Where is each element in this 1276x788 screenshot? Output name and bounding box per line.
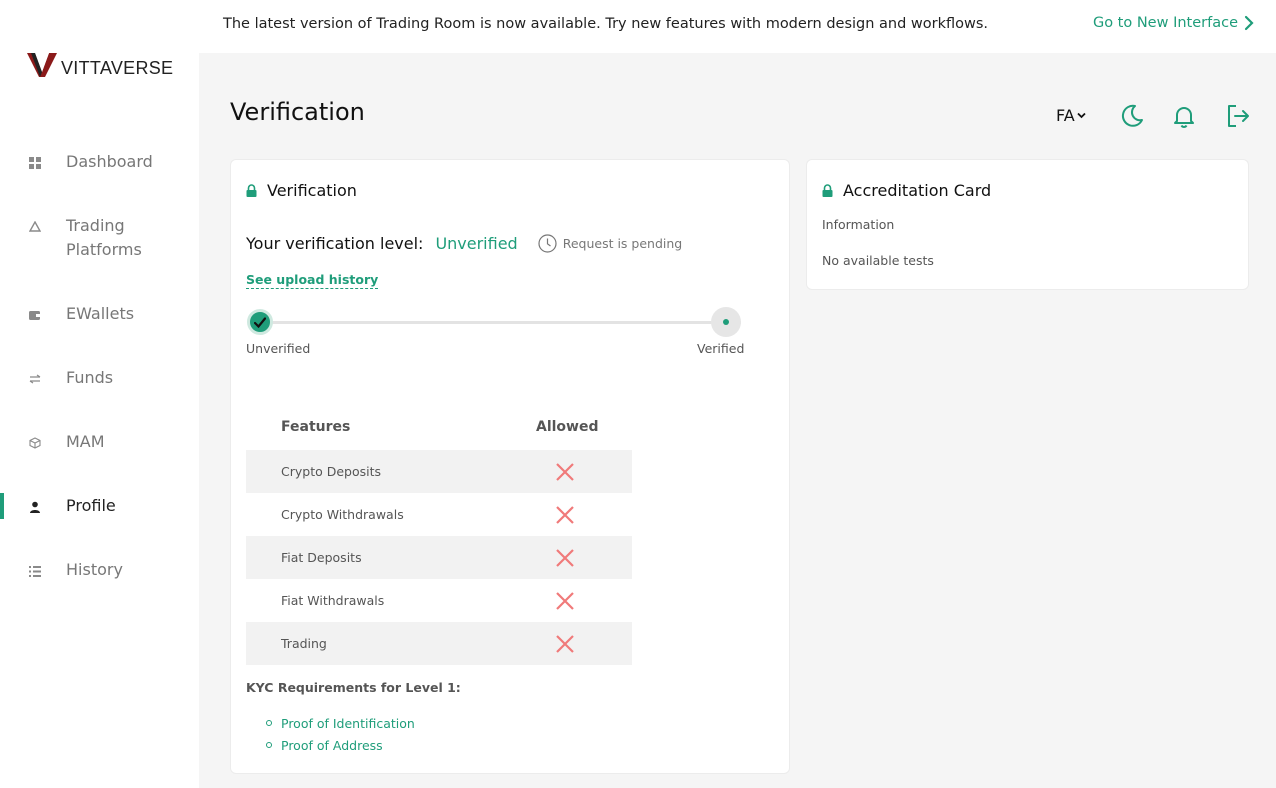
triangle-icon <box>28 220 42 234</box>
bullet-icon <box>266 742 272 748</box>
not-allowed-icon <box>556 592 574 610</box>
feature-name: Crypto Withdrawals <box>281 507 404 522</box>
table-row: Fiat Withdrawals <box>246 579 632 622</box>
not-allowed-icon <box>556 463 574 481</box>
table-row: Crypto Deposits <box>246 450 632 493</box>
kyc-requirements-list: Proof of Identification Proof of Address <box>266 712 415 756</box>
lock-icon <box>246 184 257 197</box>
features-column-header: Features <box>281 419 351 435</box>
allowed-column-header: Allowed <box>536 419 599 435</box>
kyc-item-label: Proof of Address <box>281 737 383 753</box>
kyc-item-proof-of-address[interactable]: Proof of Address <box>266 734 415 756</box>
sidebar-item-label: EWallets <box>66 304 135 323</box>
bell-icon[interactable] <box>1171 103 1197 129</box>
step-verified <box>711 307 741 337</box>
verification-level-label: Your verification level: <box>246 234 424 253</box>
see-upload-history-link[interactable]: See upload history <box>246 272 379 289</box>
sidebar: VITTAVERSE Dashboard Trading Platforms E… <box>0 0 199 788</box>
banner-text: The latest version of Trading Room is no… <box>223 16 989 32</box>
accreditation-empty-text: No available tests <box>822 253 934 268</box>
banner-link-label: Go to New Interface <box>1092 15 1238 31</box>
sidebar-item-label: Funds <box>66 368 114 387</box>
cube-icon <box>28 436 42 450</box>
brand-logo[interactable]: VITTAVERSE <box>27 50 173 79</box>
not-allowed-icon <box>556 549 574 567</box>
brand-name: VITTAVERSE <box>61 58 174 78</box>
pending-text: Request is pending <box>562 236 683 251</box>
sidebar-item-label: History <box>66 560 123 579</box>
not-allowed-icon <box>556 635 574 653</box>
card-title-text: Verification <box>267 181 357 200</box>
chevron-right-icon <box>1244 15 1254 31</box>
pending-status: Request is pending <box>538 234 683 253</box>
verification-card-title: Verification <box>246 181 357 200</box>
go-to-new-interface-link[interactable]: Go to New Interface <box>1093 15 1254 31</box>
step-label-end: Verified <box>697 341 745 356</box>
logout-icon[interactable] <box>1225 103 1251 129</box>
table-row: Fiat Deposits <box>246 536 632 579</box>
page-title: Verification <box>230 98 365 126</box>
sidebar-item-label: Profile <box>66 496 116 515</box>
sidebar-item-label: Dashboard <box>66 152 153 171</box>
feature-name: Fiat Withdrawals <box>281 593 385 608</box>
features-table: Features Allowed Crypto Deposits Crypto … <box>246 410 632 665</box>
feature-name: Trading <box>281 636 327 651</box>
lock-icon <box>822 184 833 197</box>
accreditation-card-title: Accreditation Card <box>822 181 991 200</box>
list-icon <box>28 564 42 578</box>
verification-card: Verification Your verification level: Un… <box>230 159 790 774</box>
active-indicator <box>0 493 4 519</box>
kyc-item-proof-of-identification[interactable]: Proof of Identification <box>266 712 415 734</box>
step-label-start: Unverified <box>246 341 311 356</box>
wallet-icon <box>28 308 42 322</box>
feature-name: Crypto Deposits <box>281 464 382 479</box>
moon-icon[interactable] <box>1119 103 1145 129</box>
card-title-text: Accreditation Card <box>843 181 992 200</box>
transfer-icon <box>28 372 42 386</box>
bullet-icon <box>266 720 272 726</box>
clock-icon <box>538 234 557 253</box>
language-selector[interactable]: FA <box>1056 106 1086 125</box>
check-icon <box>254 316 266 328</box>
sidebar-item-label: Trading Platforms <box>66 216 142 259</box>
step-dot <box>723 319 729 325</box>
features-table-header: Features Allowed <box>246 410 632 450</box>
chevron-down-icon <box>1077 112 1086 119</box>
grid-icon <box>28 156 42 170</box>
sidebar-item-label: MAM <box>66 432 105 451</box>
kyc-item-label: Proof of Identification <box>281 715 415 731</box>
table-row: Crypto Withdrawals <box>246 493 632 536</box>
accreditation-info-label: Information <box>822 217 895 232</box>
table-row: Trading <box>246 622 632 665</box>
verification-level-value: Unverified <box>435 234 518 253</box>
kyc-requirements-title: KYC Requirements for Level 1: <box>246 680 461 695</box>
update-banner: The latest version of Trading Room is no… <box>199 0 1276 53</box>
feature-name: Fiat Deposits <box>281 550 362 565</box>
user-icon <box>28 500 42 514</box>
accreditation-card: Accreditation Card Information No availa… <box>806 159 1249 290</box>
step-unverified <box>247 309 273 335</box>
vittaverse-logo-icon <box>27 52 57 77</box>
verification-level-row: Your verification level: Unverified Requ… <box>246 234 682 253</box>
language-label: FA <box>1056 106 1075 125</box>
verification-progress-track <box>261 321 741 324</box>
not-allowed-icon <box>556 506 574 524</box>
